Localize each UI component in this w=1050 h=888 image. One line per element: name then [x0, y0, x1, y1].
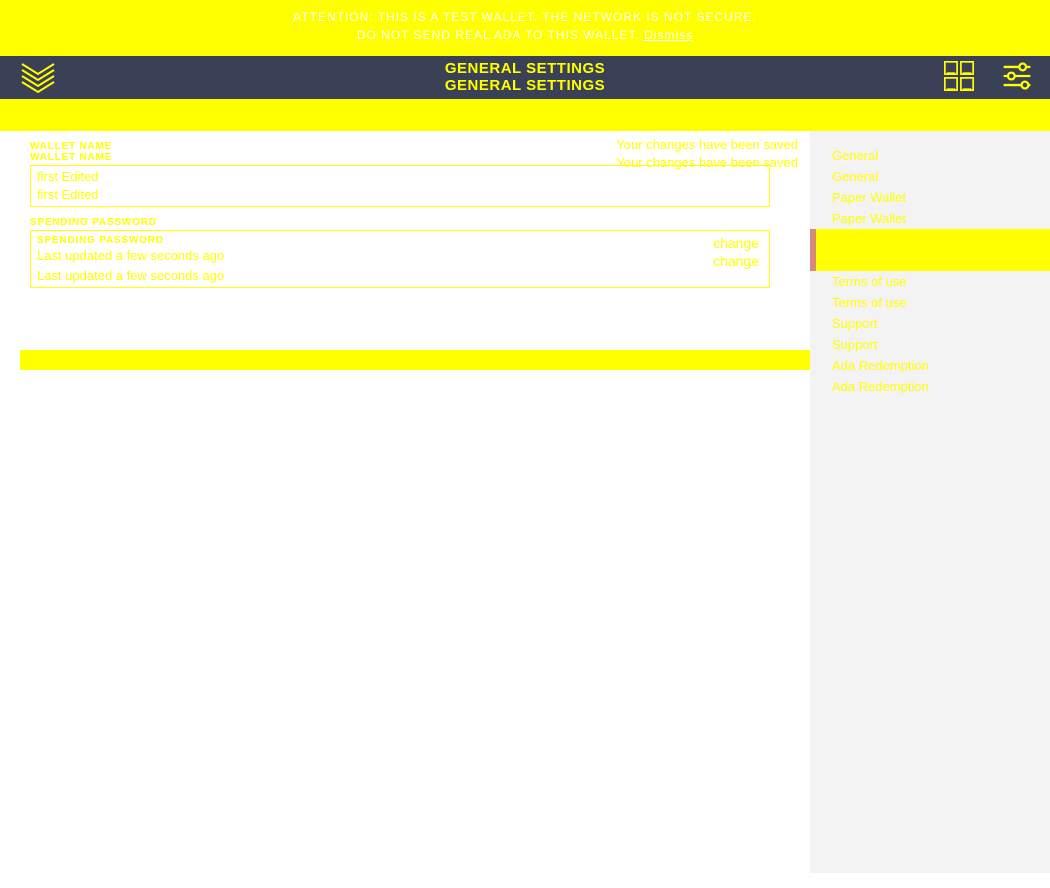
sidebar-item-support-dup[interactable]: Support — [810, 334, 1050, 355]
sidebar-item-ada-redemption-dup[interactable]: Ada Redemption — [810, 376, 1050, 397]
banner-line-2: DO NOT SEND REAL ADA TO THIS WALLET. Dis… — [0, 26, 1050, 44]
sidebar-item-general-dup[interactable]: General — [810, 166, 1050, 187]
wallet-name-input[interactable]: first Edited first Edited — [30, 165, 770, 207]
change-password-link-1[interactable]: change — [713, 235, 759, 251]
spending-password-box: SPENDING PASSWORD Last updated a few sec… — [30, 230, 770, 288]
banner-line-1: ATTENTION: THIS IS A TEST WALLET. THE NE… — [0, 8, 1050, 26]
spending-password-label: SPENDING PASSWORD — [30, 217, 800, 228]
wallet-name-value-1: first Edited — [37, 168, 763, 186]
banner-dismiss-link[interactable]: Dismiss — [644, 28, 693, 42]
settings-sidebar: General General Paper Wallet Paper Walle… — [810, 131, 1050, 873]
topbar-title-area: GENERAL SETTINGS GENERAL SETTINGS — [445, 61, 605, 94]
wallet-name-value-2: first Edited — [37, 186, 763, 204]
sidebar-item-terms-dup[interactable]: Terms of use — [810, 292, 1050, 313]
topbar: GENERAL SETTINGS GENERAL SETTINGS — [0, 56, 1050, 99]
logo-icon — [20, 60, 56, 96]
last-updated-1: Last updated a few seconds ago — [37, 246, 763, 266]
change-password-link-2[interactable]: change — [713, 253, 759, 269]
saved-message-dup: Your changes have been saved — [616, 155, 798, 170]
page-title-dup: GENERAL SETTINGS — [445, 78, 605, 95]
dashboard-icon[interactable] — [942, 59, 976, 98]
sidebar-item-wallet-dup[interactable]: Wallet — [810, 250, 1050, 271]
settings-card: WALLET NAME Your changes have been saved… — [20, 131, 810, 294]
yellow-strip — [0, 99, 1050, 131]
yellow-bar — [20, 350, 810, 370]
last-updated-2: Last updated a few seconds ago — [37, 266, 763, 286]
sidebar-item-ada-redemption[interactable]: Ada Redemption — [810, 355, 1050, 376]
topbar-icons — [942, 60, 1034, 96]
sidebar-item-support[interactable]: Support — [810, 313, 1050, 334]
settings-icon[interactable] — [1000, 59, 1034, 98]
top-banner: ATTENTION: THIS IS A TEST WALLET. THE NE… — [0, 0, 1050, 56]
sidebar-item-paper-wallet-dup[interactable]: Paper Wallet — [810, 208, 1050, 229]
sidebar-item-wallet[interactable]: Wallet — [810, 229, 1050, 250]
spending-password-label-dup: SPENDING PASSWORD — [37, 235, 763, 246]
saved-message: Your changes have been saved — [616, 137, 798, 152]
sidebar-item-general[interactable]: General — [810, 145, 1050, 166]
sidebar-item-terms[interactable]: Terms of use — [810, 271, 1050, 292]
page-title: GENERAL SETTINGS — [445, 61, 605, 78]
sidebar-item-paper-wallet[interactable]: Paper Wallet — [810, 187, 1050, 208]
main-content: WALLET NAME Your changes have been saved… — [0, 131, 810, 873]
